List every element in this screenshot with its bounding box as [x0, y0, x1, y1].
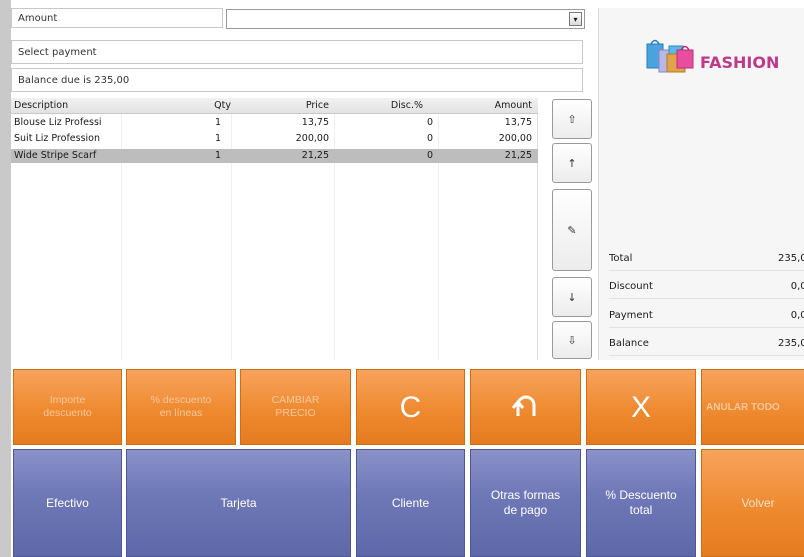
- table-header: Description Qty Price Disc.% Amount: [11, 98, 538, 114]
- row-price: 21,25: [301, 150, 329, 161]
- tarjeta-button[interactable]: Tarjeta: [126, 449, 351, 557]
- row-disc: 0: [426, 150, 433, 161]
- row-qty: 1: [214, 117, 221, 128]
- total-row: Total 235,00: [609, 247, 804, 271]
- header-amount[interactable]: Amount: [461, 99, 532, 113]
- discount-value: 0,00: [790, 281, 804, 292]
- balance-label: Balance: [609, 338, 649, 349]
- amount-combo[interactable]: ▾: [226, 9, 585, 29]
- payment-value: 0,00: [790, 310, 804, 321]
- discount-row: Discount 0,00: [609, 275, 804, 299]
- importe-line1: Importe: [49, 394, 86, 406]
- descuento-lineas-line2: en líneas: [159, 407, 203, 419]
- row-amount: 21,25: [504, 150, 532, 161]
- items-table: Description Qty Price Disc.% Amount Blou…: [11, 98, 538, 360]
- balance-row: Balance 235,00: [609, 332, 804, 356]
- desc-total-line1: % Descuento: [605, 488, 677, 502]
- efectivo-button[interactable]: Efectivo: [13, 449, 122, 557]
- row-amount: 13,75: [504, 117, 532, 128]
- clear-label: C: [399, 390, 422, 424]
- select-payment-text: Select payment: [18, 46, 97, 58]
- fashion-logo-text: FASHION: [700, 53, 780, 72]
- total-label: Total: [609, 253, 633, 264]
- arrow-down-icon: ↓: [567, 290, 577, 304]
- row-qty: 1: [214, 133, 221, 144]
- otras-line1: Otras formas: [490, 488, 561, 502]
- arrow-up-icon: ↑: [567, 156, 577, 170]
- otras-line2: de pago: [503, 503, 548, 517]
- row-description: Blouse Liz Professi: [14, 117, 102, 128]
- double-arrow-down-icon: ⇩: [567, 333, 577, 347]
- payment-row: Payment 0,00: [609, 304, 804, 328]
- row-qty: 1: [214, 150, 221, 161]
- pos-payment-window: Amount ▾ Select payment Balance due is 2…: [0, 0, 804, 557]
- row-description: Wide Stripe Scarf: [14, 150, 97, 161]
- cancel-line-button[interactable]: X: [586, 369, 696, 445]
- cliente-button[interactable]: Cliente: [356, 449, 465, 557]
- amount-label-field: Amount: [11, 8, 223, 28]
- anular-label: ANULAR TODO: [706, 401, 780, 413]
- discount-label: Discount: [609, 281, 653, 292]
- cancel-label: X: [630, 390, 651, 424]
- row-down-button[interactable]: ↓: [552, 277, 592, 317]
- tarjeta-label: Tarjeta: [220, 495, 257, 510]
- first-row-button[interactable]: ⇧: [552, 99, 592, 139]
- efectivo-label: Efectivo: [46, 495, 89, 510]
- table-row[interactable]: Suit Liz Profession 1 200,00 0 200,00: [11, 132, 538, 146]
- table-row-selected[interactable]: Wide Stripe Scarf 1 21,25 0 21,25: [11, 149, 538, 163]
- amount-label: Amount: [18, 12, 58, 24]
- cliente-label: Cliente: [391, 495, 430, 510]
- payment-label: Payment: [609, 310, 653, 321]
- table-row[interactable]: Blouse Liz Professi 1 13,75 0 13,75: [11, 116, 538, 130]
- otras-formas-pago-button[interactable]: Otras formas de pago: [470, 449, 581, 557]
- anular-todo-button[interactable]: ANULAR TODO: [701, 369, 804, 445]
- cambiar-line1: CAMBIAR: [271, 394, 320, 406]
- row-amount: 200,00: [498, 133, 532, 144]
- cambiar-line2: PRECIO: [275, 407, 316, 419]
- header-description[interactable]: Description: [14, 99, 114, 113]
- clear-button[interactable]: C: [356, 369, 465, 445]
- undo-icon: [509, 390, 543, 424]
- row-description: Suit Liz Profession: [14, 133, 101, 144]
- importe-line2: descuento: [43, 407, 92, 419]
- edit-row-button[interactable]: ✎: [552, 189, 592, 271]
- row-price: 200,00: [295, 133, 329, 144]
- descuento-total-button[interactable]: % Descuento total: [586, 449, 696, 557]
- desc-total-line2: total: [629, 503, 653, 517]
- edit-icon: ✎: [567, 223, 577, 237]
- header-qty[interactable]: Qty: [191, 99, 231, 113]
- double-arrow-up-icon: ⇧: [567, 112, 577, 126]
- balance-value: 235,00: [778, 338, 804, 349]
- header-price[interactable]: Price: [261, 99, 329, 113]
- row-disc: 0: [426, 133, 433, 144]
- balance-due-field: Balance due is 235,00: [11, 68, 583, 92]
- row-up-button[interactable]: ↑: [552, 143, 592, 183]
- row-disc: 0: [426, 117, 433, 128]
- last-row-button[interactable]: ⇩: [552, 321, 592, 359]
- total-value: 235,00: [778, 253, 804, 264]
- header-disc[interactable]: Disc.%: [361, 99, 423, 113]
- descuento-lineas-line1: % descuento: [150, 394, 212, 406]
- descuento-lineas-button[interactable]: % descuento en líneas: [126, 369, 236, 445]
- importe-descuento-button[interactable]: Importe descuento: [13, 369, 122, 445]
- volver-button[interactable]: Volver: [701, 449, 804, 557]
- balance-due-text: Balance due is 235,00: [18, 74, 130, 86]
- cambiar-precio-button[interactable]: CAMBIAR PRECIO: [240, 369, 351, 445]
- undo-button[interactable]: [470, 369, 581, 445]
- row-price: 13,75: [301, 117, 329, 128]
- volver-label: Volver: [741, 495, 775, 510]
- select-payment-field: Select payment: [11, 40, 583, 64]
- shopping-bags-icon: [641, 36, 697, 76]
- chevron-down-icon[interactable]: ▾: [569, 12, 582, 26]
